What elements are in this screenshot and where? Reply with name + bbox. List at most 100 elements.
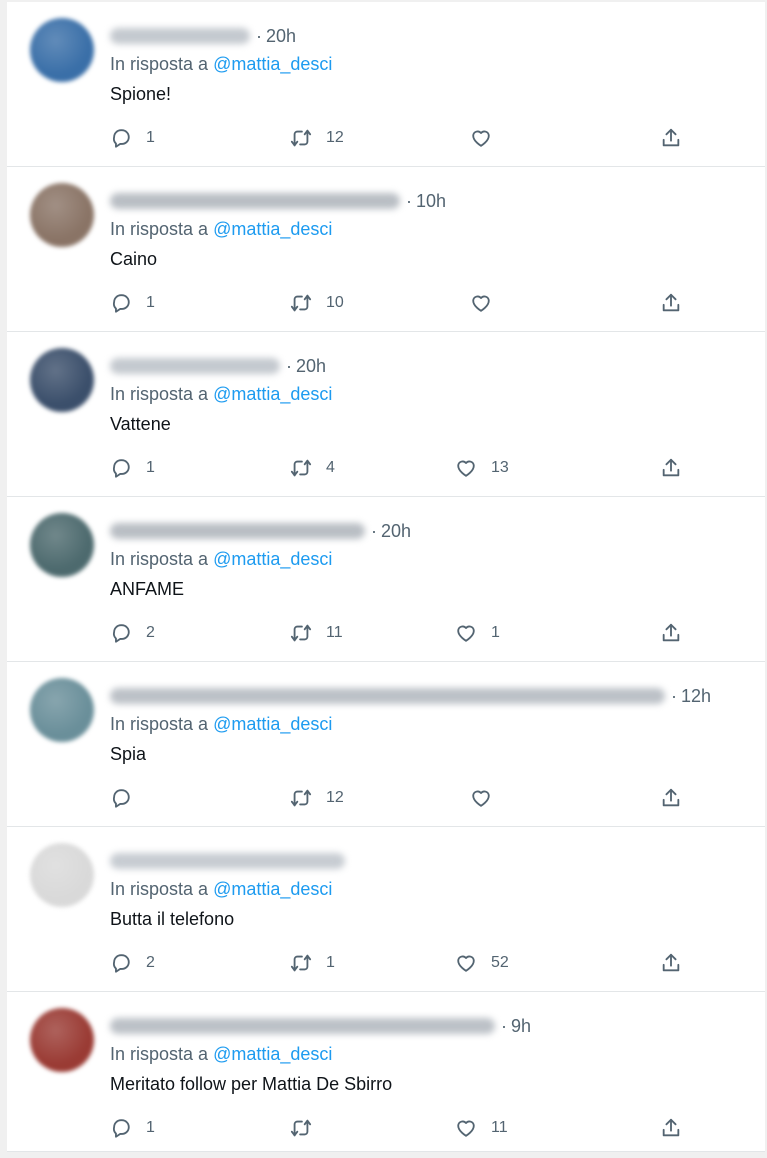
reply-tweet[interactable]: · 9h In risposta a @mattia_desci Meritat…	[7, 992, 765, 1152]
reply-count: 1	[146, 294, 155, 311]
reply-thread: · 20h In risposta a @mattia_desci Spione…	[7, 2, 765, 1152]
mention-link[interactable]: @mattia_desci	[213, 384, 332, 404]
mention-link[interactable]: @mattia_desci	[213, 714, 332, 734]
avatar[interactable]	[30, 18, 94, 82]
reply-button[interactable]	[110, 785, 146, 811]
blurred-username[interactable]	[110, 358, 280, 374]
reply-button[interactable]: 1	[110, 455, 155, 481]
retweet-button[interactable]: 12	[290, 125, 344, 151]
share-button[interactable]	[660, 1115, 682, 1141]
like-button[interactable]: 1	[455, 620, 500, 646]
retweet-button[interactable]	[290, 1115, 326, 1141]
reply-tweet[interactable]: · 10h In risposta a @mattia_desci Caino …	[7, 167, 765, 332]
like-count: 52	[491, 954, 509, 971]
avatar[interactable]	[30, 183, 94, 247]
tweet-header: · 12h	[110, 684, 711, 708]
retweet-count: 1	[326, 954, 335, 971]
blurred-username[interactable]	[110, 853, 345, 869]
retweet-icon	[290, 294, 312, 312]
retweet-count: 4	[326, 459, 335, 476]
separator-dot: ·	[256, 25, 262, 46]
reply-icon	[113, 624, 130, 643]
retweet-icon	[290, 789, 312, 807]
reply-tweet[interactable]: · 20h In risposta a @mattia_desci Spione…	[7, 2, 765, 167]
blurred-username[interactable]	[110, 193, 400, 209]
reply-button[interactable]: 1	[110, 1115, 155, 1141]
timestamp[interactable]: 10h	[416, 191, 446, 212]
like-button[interactable]: 52	[455, 950, 509, 976]
tweet-text: ANFAME	[110, 579, 185, 599]
share-icon	[662, 458, 680, 477]
reply-context: In risposta a @mattia_desci	[110, 384, 332, 405]
avatar[interactable]	[30, 678, 94, 742]
reply-tweet[interactable]: · In risposta a @mattia_desci Butta il t…	[7, 827, 765, 992]
retweet-icon	[290, 459, 312, 477]
share-icon	[662, 1118, 680, 1137]
mention-link[interactable]: @mattia_desci	[213, 54, 332, 74]
reply-tweet[interactable]: · 12h In risposta a @mattia_desci Spia 1…	[7, 662, 765, 827]
reply-icon	[113, 129, 130, 148]
share-button[interactable]	[660, 455, 682, 481]
timestamp[interactable]: 20h	[296, 356, 326, 377]
timestamp[interactable]: 20h	[266, 26, 296, 47]
mention-link[interactable]: @mattia_desci	[213, 549, 332, 569]
retweet-button[interactable]: 11	[290, 620, 343, 646]
tweet-text: Spione!	[110, 84, 172, 104]
separator-dot: ·	[286, 355, 292, 376]
reply-context: In risposta a @mattia_desci	[110, 879, 332, 900]
reply-count: 2	[146, 624, 155, 641]
share-button[interactable]	[660, 620, 682, 646]
share-button[interactable]	[660, 785, 682, 811]
avatar[interactable]	[30, 1008, 94, 1072]
tweet-text: Caino	[110, 249, 158, 269]
like-button[interactable]	[470, 290, 506, 316]
share-button[interactable]	[660, 950, 682, 976]
retweet-icon	[290, 1119, 312, 1137]
reply-button[interactable]: 2	[110, 620, 155, 646]
retweet-button[interactable]: 4	[290, 455, 335, 481]
reply-button[interactable]: 1	[110, 290, 155, 316]
retweet-icon	[290, 624, 312, 642]
like-button[interactable]: 11	[455, 1115, 508, 1141]
blurred-username[interactable]	[110, 523, 365, 539]
reply-context: In risposta a @mattia_desci	[110, 54, 332, 75]
avatar[interactable]	[30, 843, 94, 907]
mention-link[interactable]: @mattia_desci	[213, 219, 332, 239]
like-count: 11	[491, 1119, 508, 1136]
reply-count: 1	[146, 459, 155, 476]
reply-prefix: In risposta a	[110, 714, 209, 734]
share-button[interactable]	[660, 125, 682, 151]
tweet-actions: 2 11 1	[110, 620, 710, 646]
like-button[interactable]	[470, 125, 506, 151]
like-button[interactable]	[470, 785, 506, 811]
blurred-username[interactable]	[110, 28, 250, 44]
reply-count: 1	[146, 129, 155, 146]
reply-tweet[interactable]: · 20h In risposta a @mattia_desci Vatten…	[7, 332, 765, 497]
timestamp[interactable]: 9h	[511, 1016, 531, 1037]
blurred-username[interactable]	[110, 688, 665, 704]
avatar[interactable]	[30, 513, 94, 577]
blurred-username[interactable]	[110, 1018, 495, 1034]
timestamp[interactable]: 12h	[681, 686, 711, 707]
retweet-button[interactable]: 10	[290, 290, 344, 316]
reply-button[interactable]: 2	[110, 950, 155, 976]
avatar[interactable]	[30, 348, 94, 412]
like-button[interactable]: 13	[455, 455, 509, 481]
reply-icon	[113, 294, 130, 313]
retweet-icon	[290, 129, 312, 147]
retweet-button[interactable]: 12	[290, 785, 344, 811]
share-icon	[662, 128, 680, 147]
separator-dot: ·	[671, 685, 677, 706]
reply-button[interactable]: 1	[110, 125, 155, 151]
mention-link[interactable]: @mattia_desci	[213, 879, 332, 899]
reply-prefix: In risposta a	[110, 1044, 209, 1064]
share-icon	[662, 293, 680, 312]
reply-tweet[interactable]: · 20h In risposta a @mattia_desci ANFAME…	[7, 497, 765, 662]
share-icon	[662, 788, 680, 807]
reply-icon	[113, 1119, 130, 1138]
mention-link[interactable]: @mattia_desci	[213, 1044, 332, 1064]
tweet-text: Butta il telefono	[110, 909, 235, 929]
retweet-button[interactable]: 1	[290, 950, 335, 976]
timestamp[interactable]: 20h	[381, 521, 411, 542]
share-button[interactable]	[660, 290, 682, 316]
